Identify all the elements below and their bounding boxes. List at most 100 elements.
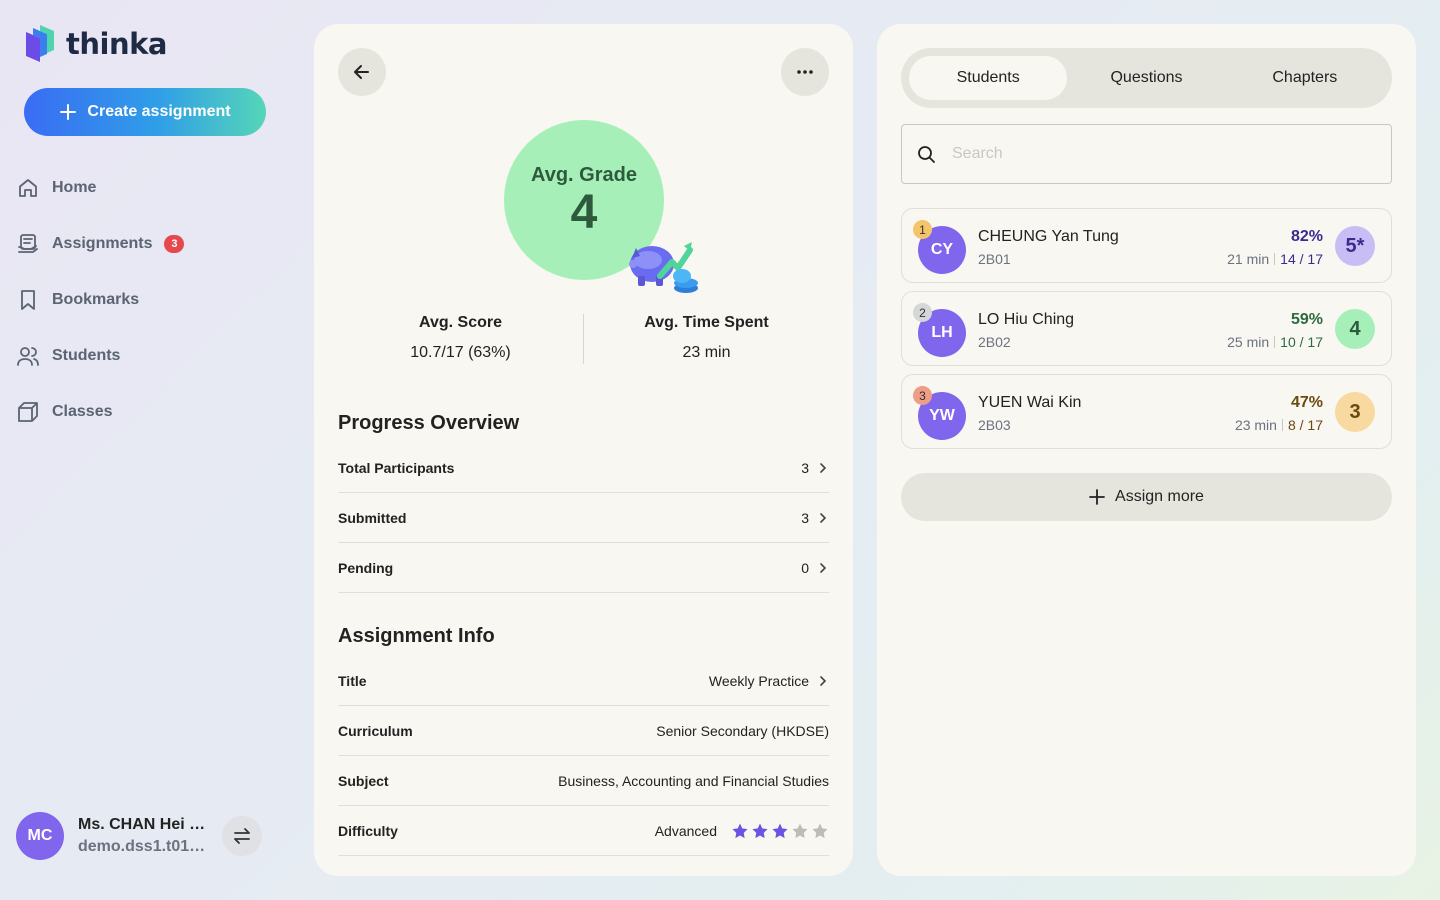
assignment-summary-panel: Avg. Grade 4 Avg. Score 10.7/17 (63%) Av… [314,24,853,876]
student-meta: 23 min 8 / 17 [1235,417,1323,433]
piggy-bank-icon [629,242,698,293]
assignment-info-title: Assignment Info [338,625,495,647]
swap-icon [234,828,250,844]
student-percent: 59% [1290,311,1323,328]
info-row-difficulty: Difficulty Advanced [338,806,829,856]
avg-grade-label: Avg. Grade [531,164,637,186]
row-label: Submitted [338,509,407,526]
row-label: Subject [338,772,389,789]
assign-more-label: Assign more [1115,488,1204,505]
arrow-left-icon [354,65,369,79]
row-value: 0 [801,559,809,576]
progress-row-total-participants[interactable]: Total Participants 3 [338,443,829,493]
thinka-logo-icon [26,25,54,62]
sidebar-item-label: Bookmarks [52,291,140,308]
avatar: MC [16,812,64,860]
star-filled-icon [752,823,768,838]
student-class: 2B02 [978,334,1011,350]
progress-overview-list: Total Participants 3 Submitted 3 Pending… [338,443,829,593]
sidebar-item-bookmarks[interactable]: Bookmarks [16,272,276,328]
summary-stats: Avg. Score 10.7/17 (63%) Avg. Time Spent… [338,314,829,364]
create-assignment-label: Create assignment [87,103,231,120]
switch-account-button[interactable] [222,816,262,856]
student-time: 25 min [1227,334,1270,350]
row-label: Difficulty [338,822,398,839]
more-horizontal-icon [797,70,813,74]
star-filled-icon [732,823,748,838]
students-panel: Students Questions Chapters 1 CY CHEUNG … [877,24,1416,876]
student-class: 2B03 [978,417,1011,433]
sidebar-item-home[interactable]: Home [16,160,276,216]
avg-score-label: Avg. Score [419,314,502,331]
chevron-right-icon [820,562,827,573]
avg-score-stat: Avg. Score 10.7/17 (63%) [338,314,583,364]
info-row-subject: Subject Business, Accounting and Financi… [338,756,829,806]
user-profile[interactable]: MC Ms. CHAN Hei Man demo.dss1.t01@thinka… [16,812,208,860]
sidebar-item-classes[interactable]: Classes [16,384,276,440]
star-filled-icon [772,823,788,838]
assign-more-button[interactable]: Assign more [901,473,1392,521]
home-icon [19,179,37,197]
info-row-partial [338,856,829,876]
student-score: 8 / 17 [1287,417,1323,433]
row-value: Weekly Practice [708,672,809,689]
assignments-icon [18,234,38,253]
student-score: 10 / 17 [1280,334,1323,350]
student-name: LO Hiu Ching [978,311,1075,328]
student-card[interactable]: 3 YW YUEN Wai Kin 2B03 47% 23 min 8 / 17… [901,374,1392,449]
row-label: Pending [338,559,394,576]
cube-icon [18,402,38,422]
back-button[interactable] [338,48,386,96]
chevron-right-icon [820,512,827,523]
user-email: demo.dss1.t01@thinka.ai [78,838,208,855]
avg-time-stat: Avg. Time Spent 23 min [584,314,829,364]
grade-badge: 5* [1335,226,1375,266]
row-value: 3 [801,509,809,526]
progress-row-submitted[interactable]: Submitted 3 [338,493,829,543]
row-label: Total Participants [338,459,455,476]
sidebar-item-assignments[interactable]: Assignments 3 [16,216,276,272]
progress-row-pending[interactable]: Pending 0 [338,543,829,593]
assignments-count-badge: 3 [164,235,185,253]
sidebar-nav: Home Assignments 3 Bookmarks Students Cl… [16,160,276,440]
plus-icon [1089,489,1105,505]
info-row-title[interactable]: Title Weekly Practice [338,656,829,706]
student-percent: 82% [1290,228,1323,245]
tab-bar: Students Questions Chapters [901,48,1392,108]
user-name: Ms. CHAN Hei Man [78,816,208,833]
tab-chapters[interactable]: Chapters [1226,56,1384,100]
student-name: CHEUNG Yan Tung [978,228,1119,245]
difficulty-stars [731,822,829,840]
student-card[interactable]: 2 LH LO Hiu Ching 2B02 59% 25 min 10 / 1… [901,291,1392,366]
avg-score-value: 10.7/17 (63%) [410,344,511,361]
plus-icon [60,104,77,120]
row-value: 3 [801,459,809,476]
row-value: Advanced [654,822,717,839]
tab-questions[interactable]: Questions [1067,56,1225,100]
student-percent: 47% [1290,394,1323,411]
avg-time-value: 23 min [682,344,731,361]
row-label: Curriculum [338,722,413,739]
bookmark-icon [21,290,35,310]
search-input[interactable] [952,145,1372,163]
student-class: 2B01 [978,251,1011,267]
row-label: Title [338,672,367,689]
logo[interactable]: thinka [24,24,167,64]
sidebar-item-label: Assignments [52,235,153,252]
student-score: 14 / 17 [1280,251,1323,267]
info-row-curriculum: Curriculum Senior Secondary (HKDSE) [338,706,829,756]
sidebar-item-label: Home [52,179,97,196]
student-time: 21 min [1227,251,1270,267]
search-box [901,124,1392,184]
star-empty-icon [792,823,808,838]
users-icon [17,347,39,366]
search-icon [918,146,935,163]
sidebar-item-label: Students [52,347,121,364]
more-options-button[interactable] [781,48,829,96]
create-assignment-button[interactable]: Create assignment [24,88,266,136]
tab-students[interactable]: Students [909,56,1068,100]
sidebar-item-students[interactable]: Students [16,328,276,384]
student-card[interactable]: 1 CY CHEUNG Yan Tung 2B01 82% 21 min 14 … [901,208,1392,283]
avg-time-label: Avg. Time Spent [644,314,769,331]
assignment-info-list: Title Weekly Practice Curriculum Senior … [338,656,829,876]
